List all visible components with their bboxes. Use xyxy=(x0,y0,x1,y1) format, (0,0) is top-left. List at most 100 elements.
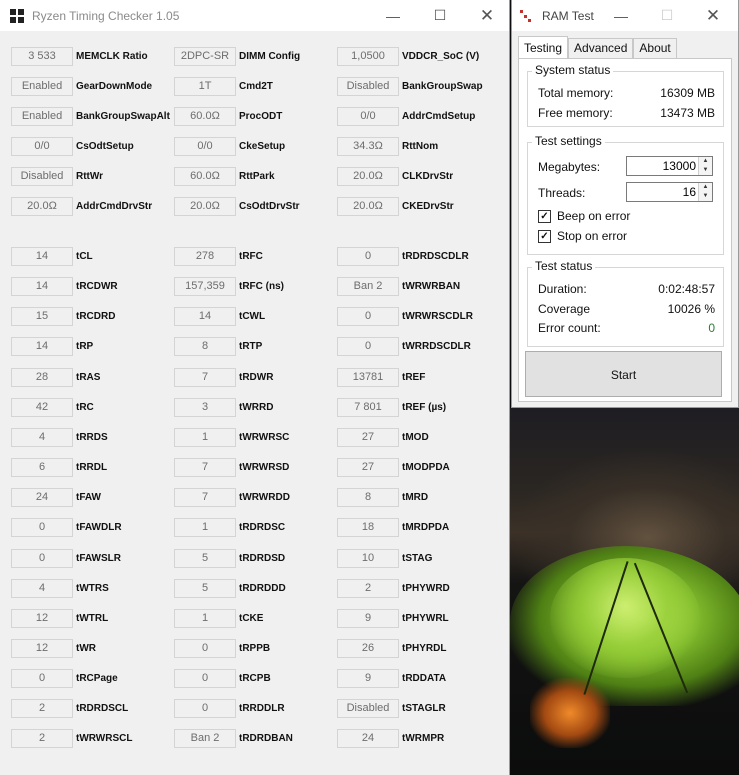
timing-value-field: 4 xyxy=(11,578,73,598)
timing-label: tRDRDSCDLR xyxy=(402,251,469,262)
maximize-icon: ☐ xyxy=(660,7,674,23)
minimize-icon[interactable]: — xyxy=(598,0,644,31)
free-memory-value: 13473 MB xyxy=(660,106,715,120)
timing-label: tRFC (ns) xyxy=(239,281,284,293)
timing-label: tRDWR xyxy=(239,371,274,383)
timing-label: MEMCLK Ratio xyxy=(76,51,148,62)
timing-label: tRRDDLR xyxy=(239,703,285,715)
timing-value-field: 13781 xyxy=(337,367,399,387)
start-button[interactable]: Start xyxy=(525,351,722,397)
timing-value-field: 0 xyxy=(337,307,399,327)
timing-value-field: 157,359 xyxy=(174,277,236,297)
timing-value-field: 2DPC-SR xyxy=(174,47,236,66)
beep-on-error-checkbox[interactable]: ✓ Beep on error xyxy=(538,209,630,223)
timing-label: tCL xyxy=(76,251,93,262)
timing-value-field: 14 xyxy=(11,277,73,297)
timing-value-field: Disabled xyxy=(11,167,73,186)
timing-label: tWRWRBAN xyxy=(402,281,461,293)
timing-label: tWTRS xyxy=(76,582,109,594)
timing-label: CKEDrvStr xyxy=(402,201,454,212)
timing-label: CsOdtDrvStr xyxy=(239,201,300,212)
ram-test-window: RAM Test — ☐ ✕ Testing Advanced About Sy… xyxy=(511,0,739,408)
timing-value-field: Ban 2 xyxy=(337,277,399,297)
timing-label: tRRDS xyxy=(76,431,108,443)
timing-value-field: 24 xyxy=(11,488,73,508)
checkmark-icon[interactable]: ✓ xyxy=(538,209,551,223)
tab-about[interactable]: About xyxy=(633,38,677,58)
timing-label: tWRWRSD xyxy=(239,462,290,474)
error-count-value: 0 xyxy=(708,321,715,335)
timing-label: tRDDATA xyxy=(402,673,447,685)
timing-value-field: 7 xyxy=(174,458,236,478)
timing-label: RttNom xyxy=(402,141,439,152)
megabytes-stepper[interactable]: 13000 ▲ ▼ xyxy=(626,156,713,176)
timing-label: tRPPB xyxy=(239,642,271,654)
stop-on-error-checkbox[interactable]: ✓ Stop on error xyxy=(538,229,627,243)
timing-value-field: Disabled xyxy=(337,699,399,719)
timing-value-field: 278 xyxy=(174,247,236,266)
timing-label: tRCPage xyxy=(76,673,118,685)
maximize-icon[interactable]: ☐ xyxy=(417,0,463,31)
timing-value-field: 10 xyxy=(337,548,399,568)
minimize-icon[interactable]: — xyxy=(370,0,416,31)
timing-label: GearDownMode xyxy=(76,81,153,92)
timing-label: tRDRDDD xyxy=(239,582,286,594)
timing-value-field: 27 xyxy=(337,427,399,447)
duration-value: 0:02:48:57 xyxy=(658,282,715,296)
timing-label: tMRD xyxy=(402,492,429,504)
timing-label: CkeSetup xyxy=(239,141,286,152)
timing-value-field: 0 xyxy=(11,669,73,689)
timing-label: tPHYRDL xyxy=(402,642,447,654)
timing-label: tWRRDSCDLR xyxy=(402,341,471,353)
timing-label: tSTAG xyxy=(402,552,433,564)
tab-testing[interactable]: Testing xyxy=(518,36,569,59)
timing-label: tRDRDSCL xyxy=(76,703,129,715)
timing-label: tREF (µs) xyxy=(402,401,447,413)
group-title: Test status xyxy=(532,259,596,273)
chevron-down-icon[interactable]: ▼ xyxy=(698,192,712,201)
threads-stepper[interactable]: 16 ▲ ▼ xyxy=(626,182,713,202)
chevron-up-icon[interactable]: ▲ xyxy=(698,157,712,166)
timing-label: VDDCR_SoC (V) xyxy=(402,51,480,62)
timing-label: tCKE xyxy=(239,612,264,624)
timing-label: tWTRL xyxy=(76,612,109,624)
timing-value-field: 1,0500 xyxy=(337,47,399,66)
app-icon xyxy=(10,8,24,23)
timing-value-field: 8 xyxy=(174,337,236,357)
timing-label: tRCPB xyxy=(239,673,271,685)
timing-value-field: 0 xyxy=(337,337,399,357)
total-memory-row: Total memory: 16309 MB xyxy=(538,86,715,100)
system-status-group: System status Total memory: 16309 MB Fre… xyxy=(527,63,724,127)
timing-label: tWRWRDD xyxy=(239,492,290,504)
timing-label: tRCDWR xyxy=(76,281,118,293)
timing-label: tWRWRSCL xyxy=(76,733,133,745)
beep-on-error-label: Beep on error xyxy=(557,209,631,223)
chevron-up-icon[interactable]: ▲ xyxy=(698,183,712,192)
timing-label: AddrCmdDrvStr xyxy=(76,201,153,212)
timing-value-field: 2 xyxy=(337,578,399,598)
desktop-wallpaper xyxy=(510,408,739,775)
duration-label: Duration: xyxy=(538,282,587,296)
timing-label: tRCDRD xyxy=(76,311,116,323)
close-icon[interactable]: ✕ xyxy=(690,0,736,31)
timing-value-field: 0 xyxy=(11,548,73,568)
timing-value-field: 20.0Ω xyxy=(174,197,236,216)
close-icon[interactable]: ✕ xyxy=(464,0,510,31)
free-memory-label: Free memory: xyxy=(538,106,613,120)
timing-value-field: 24 xyxy=(337,729,399,749)
timing-label: tRAS xyxy=(76,371,101,383)
timing-label: tRDRDBAN xyxy=(239,733,293,745)
timing-label: tRDRDSD xyxy=(239,552,286,564)
threads-label: Threads: xyxy=(538,186,586,200)
timing-value-field: 0 xyxy=(174,669,236,689)
megabytes-label: Megabytes: xyxy=(538,160,601,174)
timing-value-field: 1T xyxy=(174,77,236,96)
tab-advanced[interactable]: Advanced xyxy=(568,38,634,58)
timing-value-field: 15 xyxy=(11,307,73,327)
checkmark-icon[interactable]: ✓ xyxy=(538,229,551,243)
duration-row: Duration: 0:02:48:57 xyxy=(538,282,715,296)
timing-value-field: 42 xyxy=(11,397,73,417)
timing-label: ProcODT xyxy=(239,111,283,122)
chevron-down-icon[interactable]: ▼ xyxy=(698,166,712,175)
timing-value-field: 9 xyxy=(337,669,399,689)
